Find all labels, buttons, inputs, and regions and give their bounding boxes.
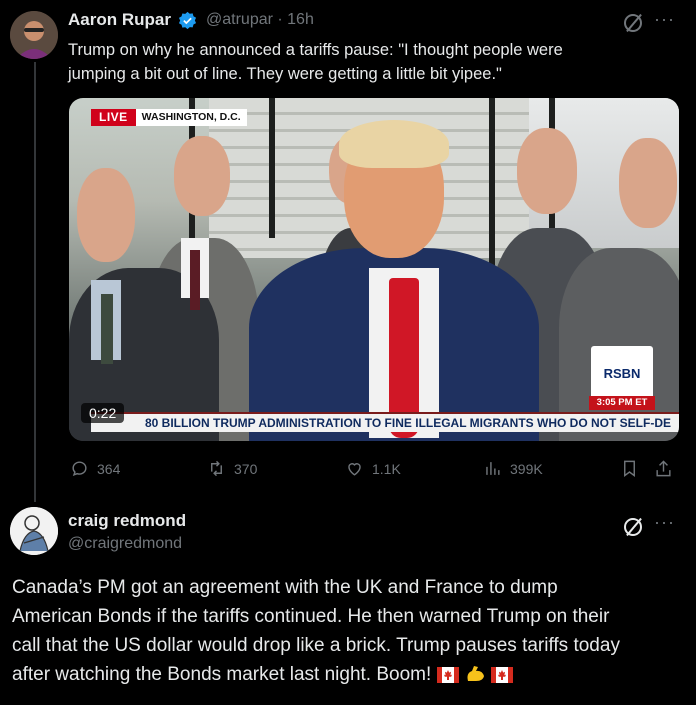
like-button[interactable]: 1.1K (345, 459, 401, 478)
reply-button[interactable]: 364 (70, 459, 120, 478)
share-icon (656, 460, 671, 477)
reply-icon (72, 461, 87, 477)
heart-icon (348, 463, 361, 476)
rail (489, 98, 495, 278)
person-head (517, 128, 577, 214)
person-head (619, 138, 677, 228)
main-speaker-hair (339, 120, 449, 168)
reply-text: Canada’s PM got an agreement with the UK… (12, 577, 620, 685)
avatar[interactable] (10, 507, 58, 555)
grok-icon[interactable] (624, 14, 642, 32)
tie (101, 294, 113, 364)
flexed-biceps-icon (467, 666, 484, 681)
author-handle[interactable]: @atrupar · 16h (206, 11, 314, 29)
video-player[interactable]: LIVE WASHINGTON, D.C. 80 BILLION TRUMP A… (69, 98, 679, 441)
more-options-icon[interactable]: ··· (654, 9, 675, 30)
channel-time: 3:05 PM ET (589, 396, 655, 410)
more-options-icon[interactable]: ··· (654, 512, 675, 533)
video-duration: 0:22 (81, 403, 125, 423)
reply-author-handle[interactable]: @craigredmond (68, 535, 182, 553)
verified-badge-icon (178, 11, 197, 30)
live-badge: LIVE WASHINGTON, D.C. (91, 109, 247, 126)
canada-flag-icon (491, 667, 514, 683)
tweet-text: Trump on why he announced a tariffs paus… (68, 41, 563, 83)
person-head (174, 136, 230, 216)
grok-icon[interactable] (624, 518, 642, 536)
tie (190, 250, 200, 310)
views-button[interactable]: 399K (483, 459, 543, 478)
repost-button[interactable]: 370 (207, 459, 257, 478)
repost-icon (211, 460, 222, 477)
reply-author-name[interactable]: craig redmond (68, 511, 186, 531)
timestamp: 16h (287, 11, 314, 28)
avatar[interactable] (10, 11, 58, 59)
rail (269, 98, 275, 238)
canada-flag-icon (436, 667, 459, 683)
thread-line (34, 62, 36, 502)
share-button[interactable] (654, 459, 673, 478)
bookmark-icon (624, 460, 635, 478)
bookmark-button[interactable] (620, 459, 639, 478)
news-ticker: 80 BILLION TRUMP ADMINISTRATION TO FINE … (91, 412, 679, 432)
person-head (77, 168, 135, 262)
views-icon (486, 462, 500, 475)
author-name[interactable]: Aaron Rupar (68, 10, 171, 30)
